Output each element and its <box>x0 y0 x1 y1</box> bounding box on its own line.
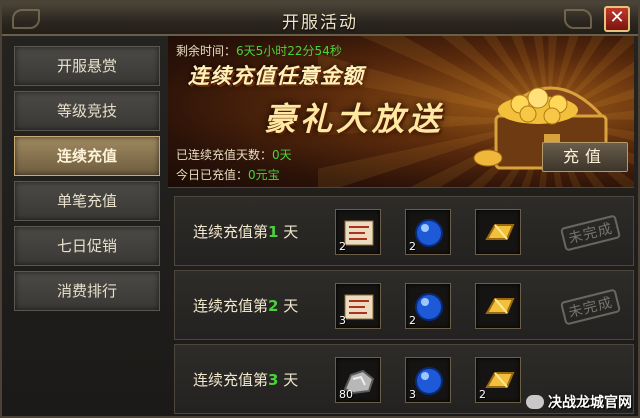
wechat-icon <box>526 395 544 409</box>
item-quantity: 3 <box>409 388 416 401</box>
reward-slot[interactable]: 2 <box>335 209 381 255</box>
consecutive-days-label: 已连续充值天数： <box>176 148 273 162</box>
close-button[interactable]: ✕ <box>604 6 630 32</box>
gold-bar-icon <box>485 224 515 240</box>
item-quantity: 2 <box>339 240 346 253</box>
reward-row-label: 连续充值第2 天 <box>193 295 298 316</box>
reward-slot[interactable]: 3 <box>405 357 451 403</box>
reward-row-day-2: 连续充值第2 天 3 2 未完成 <box>174 270 634 340</box>
timer-label: 剩余时间： <box>176 44 237 58</box>
sidebar-item-lianxu-chongzhi[interactable]: 连续充值 <box>14 136 160 176</box>
sidebar-item-kaifu-xuanshang[interactable]: 开服悬赏 <box>14 46 160 86</box>
today-recharge-stat: 今日已充值：0元宝 <box>176 166 280 183</box>
consecutive-days-value: 0天 <box>272 148 292 162</box>
row-suffix: 天 <box>283 223 299 241</box>
timer-value: 6天5小时22分54秒 <box>236 44 342 58</box>
row-prefix: 连续充值第 <box>193 223 269 241</box>
item-quantity: 2 <box>409 240 416 253</box>
row-prefix: 连续充值第 <box>193 297 269 315</box>
row-suffix: 天 <box>283 297 299 315</box>
incomplete-stamp: 未完成 <box>559 214 622 252</box>
row-prefix: 连续充值第 <box>193 371 269 389</box>
reward-slot[interactable] <box>475 209 521 255</box>
sidebar-item-danbi-chongzhi[interactable]: 单笔充值 <box>14 181 160 221</box>
row-suffix: 天 <box>283 371 299 389</box>
title-ornament-right <box>564 9 592 29</box>
sidebar-item-dengji-jingji[interactable]: 等级竞技 <box>14 91 160 131</box>
title-bar: 开服活动 ✕ <box>2 2 638 36</box>
reward-slot[interactable]: 2 <box>405 283 451 329</box>
reward-row-day-1: 连续充值第1 天 2 2 未完成 <box>174 196 634 266</box>
row-day-number: 2 <box>268 297 279 315</box>
sidebar: 开服悬赏 等级竞技 连续充值 单笔充值 七日促销 消费排行 <box>12 42 162 416</box>
banner-headline: 连续充值任意金额 <box>188 64 364 88</box>
promo-banner: 剩余时间：6天5小时22分54秒 连续充值任意金额 豪礼大放送 已连续充值天数：… <box>168 36 634 188</box>
row-day-number: 3 <box>268 371 279 389</box>
sidebar-item-xiaofei-paihang[interactable]: 消费排行 <box>14 271 160 311</box>
consecutive-days-stat: 已连续充值天数：0天 <box>176 146 292 163</box>
reward-row-label: 连续充值第3 天 <box>193 369 298 390</box>
reward-slot[interactable] <box>475 283 521 329</box>
incomplete-stamp: 未完成 <box>559 288 622 326</box>
reward-slot[interactable]: 2 <box>405 209 451 255</box>
banner-subheadline: 豪礼大放送 <box>264 100 445 138</box>
item-quantity: 80 <box>339 388 353 401</box>
watermark-text: 决战龙城官网 <box>548 395 632 411</box>
reward-slot[interactable]: 2 <box>475 357 521 403</box>
recharge-button[interactable]: 充值 <box>542 142 628 172</box>
today-recharge-value: 0元宝 <box>248 168 280 182</box>
event-window: 开服活动 ✕ 开服悬赏 等级竞技 连续充值 单笔充值 七日促销 消费排行 剩余时… <box>0 0 640 418</box>
sidebar-item-qiri-cuxiao[interactable]: 七日促销 <box>14 226 160 266</box>
today-recharge-label: 今日已充值： <box>176 168 249 182</box>
reward-slot[interactable]: 3 <box>335 283 381 329</box>
reward-slot[interactable]: 80 <box>335 357 381 403</box>
countdown-timer: 剩余时间：6天5小时22分54秒 <box>176 42 342 59</box>
reward-row-label: 连续充值第1 天 <box>193 221 298 242</box>
gold-bar-icon <box>485 298 515 314</box>
item-quantity: 3 <box>339 314 346 327</box>
watermark: 决战龙城官网 <box>526 392 632 412</box>
content-panel: 剩余时间：6天5小时22分54秒 连续充值任意金额 豪礼大放送 已连续充值天数：… <box>168 36 634 418</box>
row-day-number: 1 <box>268 223 279 241</box>
window-title: 开服活动 <box>282 13 358 33</box>
item-quantity: 2 <box>409 314 416 327</box>
item-quantity: 2 <box>479 388 486 401</box>
